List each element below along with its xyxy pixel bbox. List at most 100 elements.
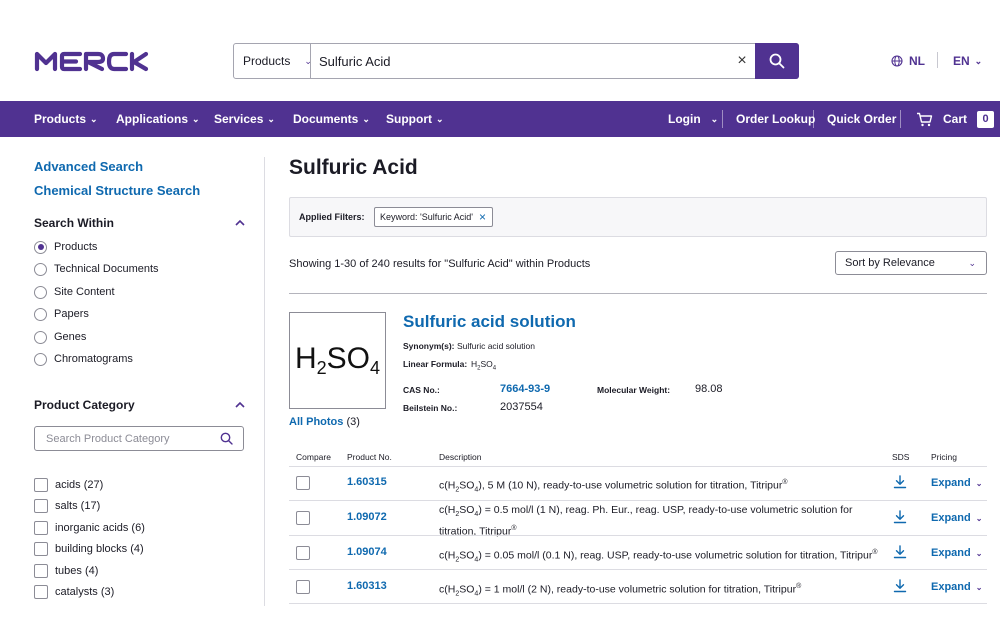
download-icon[interactable] xyxy=(893,579,907,593)
compare-checkbox[interactable] xyxy=(296,546,310,560)
nav-label: Services xyxy=(214,112,264,126)
radio-button[interactable] xyxy=(34,307,47,321)
checkbox[interactable] xyxy=(34,564,48,578)
nav-item-products[interactable]: Products ⌄ xyxy=(34,101,98,137)
download-icon[interactable] xyxy=(893,545,907,559)
applied-filters-bar: Applied Filters: Keyword: 'Sulfuric Acid… xyxy=(289,197,987,237)
cart-button[interactable]: Cart 0 xyxy=(916,101,995,137)
radio-products[interactable]: Products xyxy=(34,239,97,255)
table-divider xyxy=(289,569,987,570)
category-inorganic-acids[interactable]: inorganic acids (6) xyxy=(34,520,145,536)
login-label: Login xyxy=(668,112,701,126)
merck-logo[interactable] xyxy=(34,50,150,72)
category-building-blocks[interactable]: building blocks (4) xyxy=(34,541,144,557)
order-lookup-link[interactable]: Order Lookup xyxy=(736,101,815,137)
sidebar-divider xyxy=(264,157,265,606)
sort-dropdown[interactable]: Sort by Relevance ⌄ xyxy=(835,251,987,275)
search-button[interactable] xyxy=(755,43,799,79)
product-description: c(H2SO4) = 1 mol/l (2 N), ready-to-use v… xyxy=(439,583,802,598)
clear-search-icon[interactable]: × xyxy=(734,53,750,69)
product-number-link[interactable]: 1.09072 xyxy=(347,511,387,523)
expand-pricing-button[interactable]: Expand ⌄ xyxy=(931,512,982,524)
checkbox[interactable] xyxy=(34,478,48,492)
category-tubes[interactable]: tubes (4) xyxy=(34,563,98,579)
category-search-input[interactable] xyxy=(46,427,206,450)
formula-image-text: H2SO4 xyxy=(294,342,381,378)
checkbox[interactable] xyxy=(34,499,48,513)
compare-checkbox[interactable] xyxy=(296,580,310,594)
chevron-up-icon[interactable] xyxy=(234,217,246,229)
checkbox[interactable] xyxy=(34,521,48,535)
expand-pricing-button[interactable]: Expand ⌄ xyxy=(931,547,982,559)
checkbox-label: tubes (4) xyxy=(55,565,99,577)
nav-item-services[interactable]: Services ⌄ xyxy=(214,101,275,137)
country-selector[interactable]: NL xyxy=(891,54,925,68)
search-scope-label: Products xyxy=(243,54,291,68)
page-title: Sulfuric Acid xyxy=(289,156,418,179)
radio-button[interactable] xyxy=(34,330,47,344)
download-icon[interactable] xyxy=(893,510,907,524)
nav-item-support[interactable]: Support ⌄ xyxy=(386,101,444,137)
radio-technical-documents[interactable]: Technical Documents xyxy=(34,261,159,277)
category-catalysts[interactable]: catalysts (3) xyxy=(34,584,114,600)
radio-label: Chromatograms xyxy=(54,353,133,365)
radio-button[interactable] xyxy=(34,285,47,299)
checkbox[interactable] xyxy=(34,585,48,599)
radio-site-content[interactable]: Site Content xyxy=(34,284,115,300)
table-divider xyxy=(289,603,987,604)
search-input[interactable] xyxy=(319,44,719,78)
cas-number-link[interactable]: 7664-93-9 xyxy=(500,383,550,395)
expand-pricing-button[interactable]: Expand ⌄ xyxy=(931,477,982,489)
radio-button[interactable] xyxy=(34,352,47,366)
checkbox[interactable] xyxy=(34,542,48,556)
download-icon[interactable] xyxy=(893,475,907,489)
applied-filters-label: Applied Filters: xyxy=(299,212,365,222)
product-image[interactable]: H2SO4 xyxy=(289,312,386,409)
quick-order-link[interactable]: Quick Order xyxy=(827,101,896,137)
radio-papers[interactable]: Papers xyxy=(34,306,89,322)
compare-checkbox[interactable] xyxy=(296,511,310,525)
sort-label: Sort by Relevance xyxy=(845,257,935,269)
all-photos-link[interactable]: All Photos (3) xyxy=(289,416,360,428)
main-nav: Products ⌄ Applications ⌄ Services ⌄ Docume… xyxy=(0,101,1000,137)
globe-icon xyxy=(891,55,903,67)
col-header-pricing: Pricing xyxy=(931,452,957,462)
linear-formula-value: H2SO4 xyxy=(471,359,497,372)
nav-item-applications[interactable]: Applications ⌄ xyxy=(116,101,200,137)
product-number-link[interactable]: 1.60313 xyxy=(347,580,387,592)
radio-genes[interactable]: Genes xyxy=(34,329,86,345)
search-scope-dropdown[interactable]: Products ⌄ xyxy=(234,44,312,78)
product-name-link[interactable]: Sulfuric acid solution xyxy=(403,312,576,332)
advanced-search-link[interactable]: Advanced Search xyxy=(34,159,143,174)
expand-label: Expand xyxy=(931,547,971,559)
chevron-down-icon: ⌄ xyxy=(975,478,983,488)
compare-checkbox[interactable] xyxy=(296,476,310,490)
search-icon[interactable] xyxy=(220,432,233,445)
language-selector[interactable]: EN ⌄ xyxy=(953,54,982,68)
nav-label: Support xyxy=(386,112,432,126)
checkbox-label: salts (17) xyxy=(55,500,101,512)
chevron-up-icon[interactable] xyxy=(234,399,246,411)
expand-pricing-button[interactable]: Expand ⌄ xyxy=(931,581,982,593)
category-acids[interactable]: acids (27) xyxy=(34,477,103,493)
structure-search-link[interactable]: Chemical Structure Search xyxy=(34,183,200,198)
radio-chromatograms[interactable]: Chromatograms xyxy=(34,351,133,367)
category-salts[interactable]: salts (17) xyxy=(34,498,100,514)
chevron-down-icon: ⌄ xyxy=(975,513,983,523)
chevron-down-icon: ⌄ xyxy=(968,258,976,268)
chevron-down-icon: ⌄ xyxy=(975,548,983,558)
nav-item-documents[interactable]: Documents ⌄ xyxy=(293,101,370,137)
product-number-link[interactable]: 1.09074 xyxy=(347,546,387,558)
login-button[interactable]: Login ⌄ xyxy=(668,101,718,137)
radio-button[interactable] xyxy=(34,240,47,254)
filter-chip-keyword[interactable]: Keyword: 'Sulfuric Acid' × xyxy=(374,207,493,227)
filter-chip-label: Keyword: 'Sulfuric Acid' xyxy=(380,212,473,222)
product-number-link[interactable]: 1.60315 xyxy=(347,476,387,488)
nav-label: Documents xyxy=(293,112,359,126)
chevron-down-icon: ⌄ xyxy=(975,582,983,592)
product-category-heading: Product Category xyxy=(34,398,135,412)
radio-button[interactable] xyxy=(34,262,47,276)
col-header-description: Description xyxy=(439,452,482,462)
chevron-down-icon: ⌄ xyxy=(304,55,312,66)
remove-filter-icon[interactable]: × xyxy=(479,211,486,223)
